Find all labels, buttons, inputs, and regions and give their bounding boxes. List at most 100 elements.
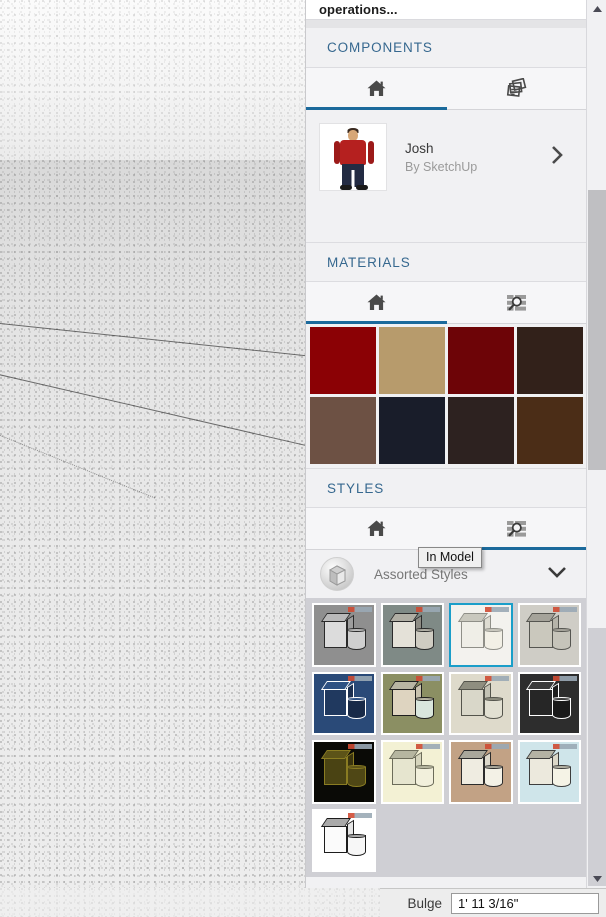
tab-styles-home[interactable] xyxy=(306,508,447,549)
style-watermark-badge xyxy=(484,607,509,612)
style-blueprint[interactable] xyxy=(312,671,376,735)
style-watermark-badge xyxy=(347,812,372,818)
swatch-navy-black[interactable] xyxy=(379,397,445,464)
style-soft-grey[interactable] xyxy=(517,603,581,667)
preview-cylinder xyxy=(415,628,435,651)
preview-box xyxy=(320,818,354,854)
tab-materials-browse[interactable] xyxy=(447,282,588,323)
status-bar-left-area xyxy=(0,888,380,917)
style-preview-scene xyxy=(382,742,442,802)
home-icon xyxy=(367,294,386,310)
browse-search-icon xyxy=(506,294,526,311)
style-parchment[interactable] xyxy=(449,671,513,735)
style-grid-empty-cell xyxy=(449,809,513,873)
measurement-label: Bulge xyxy=(407,895,442,911)
section-header-styles[interactable]: STYLES xyxy=(306,468,587,508)
tab-styles-browse[interactable] xyxy=(446,508,587,550)
style-watermark-badge xyxy=(416,675,440,681)
preview-cylinder xyxy=(552,696,572,719)
tab-materials-home[interactable] xyxy=(306,282,447,324)
swatch-chestnut[interactable] xyxy=(517,397,583,464)
swatch-charcoal[interactable] xyxy=(448,397,514,464)
swatch-dark-brown[interactable] xyxy=(517,327,583,394)
3d-warehouse-icon xyxy=(506,77,527,97)
preview-box xyxy=(526,612,559,648)
preview-cylinder xyxy=(415,696,435,719)
style-preview-scene xyxy=(519,605,579,665)
scroll-down-arrow-icon[interactable] xyxy=(587,870,606,888)
3d-viewport[interactable] xyxy=(0,0,305,888)
style-preview-scene xyxy=(382,673,442,733)
style-watermark-badge xyxy=(553,675,577,681)
section-header-materials[interactable]: MATERIALS xyxy=(306,242,587,282)
preview-box xyxy=(389,749,422,785)
style-olive-on-black[interactable] xyxy=(312,740,376,804)
swatch-dark-red[interactable] xyxy=(310,327,376,394)
viewport-ground xyxy=(0,160,305,888)
scrollbar-thumb[interactable] xyxy=(588,190,606,470)
figure-shoe-right xyxy=(356,185,368,190)
dialog-caption-bar: operations... xyxy=(306,0,606,20)
component-name: Josh xyxy=(405,140,434,156)
preview-cylinder xyxy=(346,765,366,788)
section-header-components[interactable]: COMPONENTS xyxy=(306,28,587,68)
style-preview-scene xyxy=(519,673,579,733)
chevron-down-icon xyxy=(548,566,566,578)
home-icon xyxy=(367,520,386,536)
component-expand-button[interactable] xyxy=(550,144,577,171)
swatch-medium-brown[interactable] xyxy=(310,397,376,464)
preview-cylinder xyxy=(346,833,366,856)
section-title-styles: STYLES xyxy=(327,480,385,496)
style-watercolor-sky[interactable] xyxy=(517,740,581,804)
style-plain-white[interactable] xyxy=(312,808,376,872)
ground-grain xyxy=(0,160,305,888)
tab-components-warehouse[interactable] xyxy=(447,68,588,109)
style-preview-scene xyxy=(314,810,374,870)
tab-active-underline xyxy=(306,321,447,324)
style-sketchy-grey[interactable] xyxy=(312,603,376,667)
style-preview-scene xyxy=(314,605,374,665)
tooltip-in-model: In Model xyxy=(418,547,482,568)
scrollbar-lower-region[interactable] xyxy=(588,628,606,886)
browse-search-icon xyxy=(506,520,526,537)
style-slate-shaded[interactable] xyxy=(380,603,444,667)
preview-box xyxy=(320,681,354,717)
component-thumbnail xyxy=(319,123,387,191)
component-meta: Josh By SketchUp xyxy=(387,141,550,174)
swatch-tan[interactable] xyxy=(379,327,445,394)
preview-cylinder xyxy=(346,628,366,651)
style-kraft-paper[interactable] xyxy=(449,740,513,804)
status-bar: Bulge 1' 11 3/16" xyxy=(0,888,606,917)
style-collection-dropdown-button[interactable] xyxy=(545,564,573,585)
style-collection-label: Assorted Styles xyxy=(374,566,468,582)
tab-components-home[interactable] xyxy=(306,68,447,110)
style-sketch-green[interactable] xyxy=(380,671,444,735)
sky-grain xyxy=(0,0,305,162)
style-pale-yellow[interactable] xyxy=(380,740,444,804)
section-title-components: COMPONENTS xyxy=(327,40,433,55)
measurement-input[interactable]: 1' 11 3/16" xyxy=(451,892,599,914)
style-dark-axes[interactable] xyxy=(517,671,581,735)
preview-box xyxy=(389,612,422,648)
style-preview-scene xyxy=(382,605,442,665)
preview-cylinder xyxy=(552,765,572,788)
style-collection-icon xyxy=(320,557,354,591)
style-preview-scene xyxy=(314,742,374,802)
style-collection-cube-icon xyxy=(328,565,347,586)
chevron-right-icon xyxy=(552,145,563,164)
tray-scrollbar[interactable] xyxy=(586,0,606,888)
list-item[interactable]: Josh By SketchUp xyxy=(306,118,587,196)
style-preview-scene xyxy=(451,742,511,802)
style-watermark-badge xyxy=(347,744,372,749)
style-watermark-badge xyxy=(484,744,509,749)
tray-scroll-body: COMPONENTS Josh By SketchUp MATERIALS ST… xyxy=(306,28,587,888)
scrollbar-track[interactable] xyxy=(587,18,606,886)
preview-cylinder xyxy=(483,765,503,788)
caption-gap xyxy=(306,20,606,28)
scroll-up-arrow-icon[interactable] xyxy=(587,0,606,18)
style-watermark-badge xyxy=(416,607,440,612)
style-simple-white[interactable] xyxy=(449,603,513,667)
style-watermark-badge xyxy=(347,675,372,681)
preview-box xyxy=(320,749,354,785)
swatch-maroon[interactable] xyxy=(448,327,514,394)
